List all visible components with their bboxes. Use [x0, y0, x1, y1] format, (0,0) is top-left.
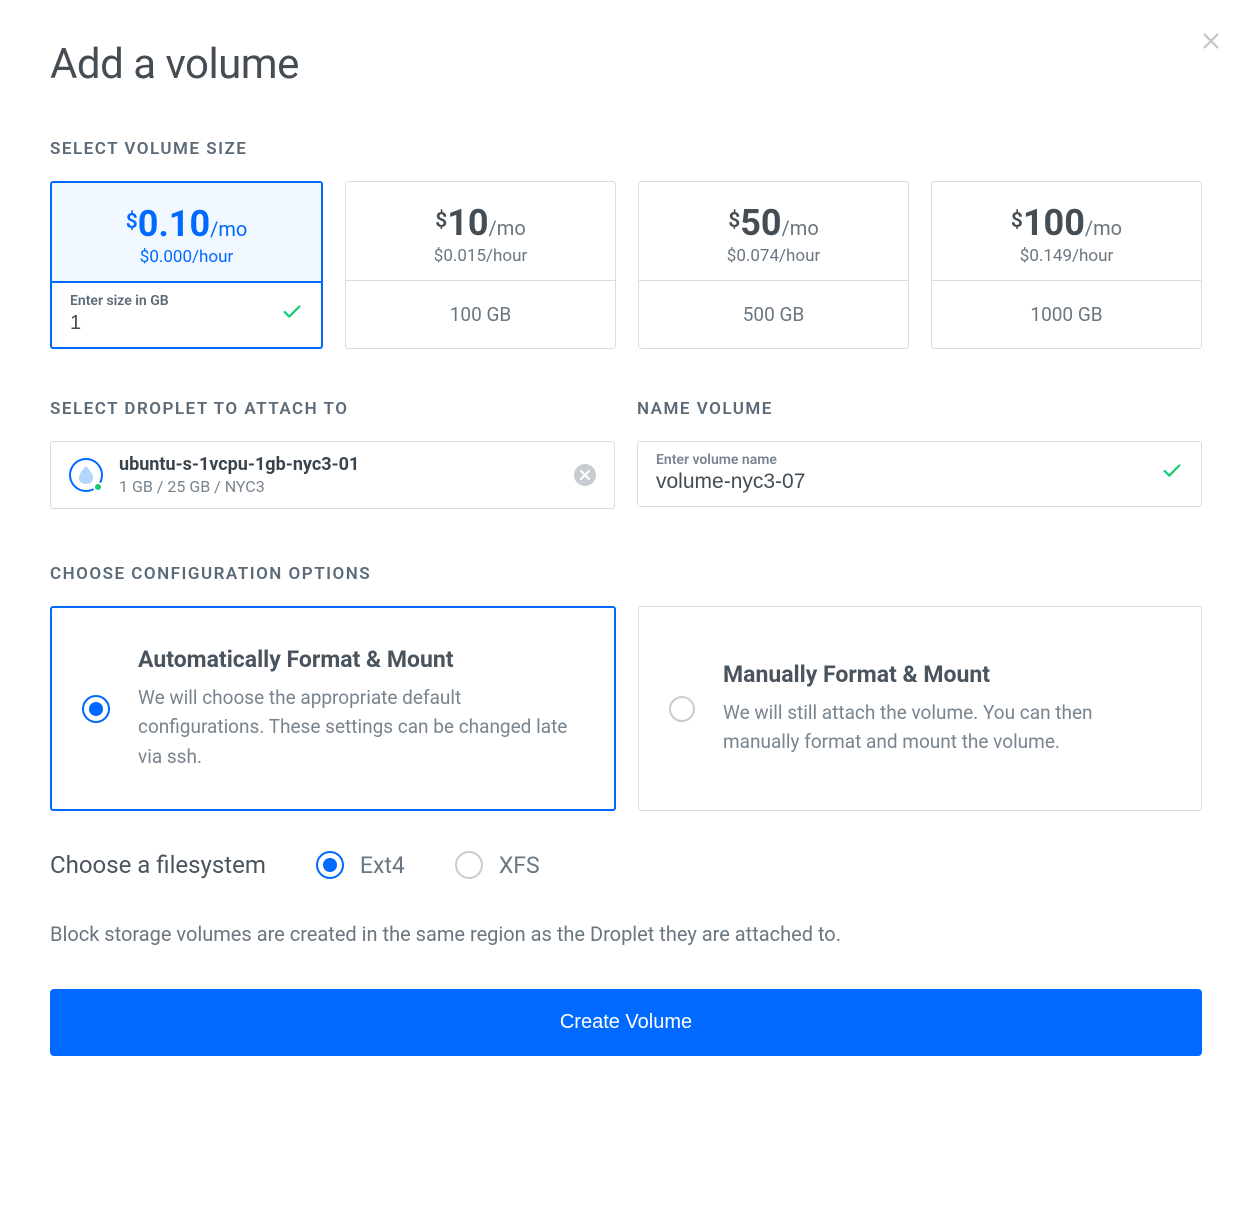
region-note: Block storage volumes are created in the…	[50, 919, 1202, 949]
section-label-size: SELECT VOLUME SIZE	[50, 139, 1202, 159]
config-description: We will choose the appropriate default c…	[138, 683, 584, 771]
filesystem-label: Choose a filesystem	[50, 851, 266, 879]
checkmark-icon	[1161, 460, 1183, 486]
price-per-hour: $0.149/hour	[942, 246, 1191, 266]
close-icon	[580, 470, 590, 480]
size-price-block: $ 100 /mo $0.149/hour	[932, 182, 1201, 281]
radio-icon	[82, 695, 110, 723]
size-option-custom[interactable]: $ 0.10 /mo $0.000/hour Enter size in GB	[50, 181, 323, 349]
section-label-name: NAME VOLUME	[637, 399, 1202, 419]
filesystem-option-label: XFS	[499, 852, 540, 879]
size-options: $ 0.10 /mo $0.000/hour Enter size in GB …	[50, 181, 1202, 349]
config-title: Manually Format & Mount	[723, 661, 1171, 688]
custom-size-input[interactable]	[70, 312, 281, 335]
size-price-block: $ 10 /mo $0.015/hour	[346, 182, 615, 281]
droplet-icon	[69, 458, 103, 492]
radio-icon	[316, 851, 344, 879]
volume-name-label: Enter volume name	[656, 452, 1161, 468]
size-price-block: $ 50 /mo $0.074/hour	[639, 182, 908, 281]
size-option-500gb[interactable]: $ 50 /mo $0.074/hour 500 GB	[638, 181, 909, 349]
currency-symbol: $	[1011, 209, 1023, 233]
filesystem-option-ext4[interactable]: Ext4	[316, 851, 405, 879]
radio-icon	[455, 851, 483, 879]
config-title: Automatically Format & Mount	[138, 646, 584, 673]
filesystem-option-label: Ext4	[360, 852, 405, 879]
price-amount: 0.10	[138, 203, 210, 245]
currency-symbol: $	[435, 209, 447, 233]
droplet-name: ubuntu-s-1vcpu-1gb-nyc3-01	[119, 454, 558, 475]
price-amount: 10	[447, 202, 488, 244]
price-per-hour: $0.074/hour	[649, 246, 898, 266]
price-per-hour: $0.000/hour	[62, 247, 311, 267]
currency-symbol: $	[126, 210, 138, 234]
price-amount: 100	[1023, 202, 1085, 244]
size-price-block: $ 0.10 /mo $0.000/hour	[52, 183, 321, 283]
size-value: 100 GB	[346, 281, 615, 348]
price-per-month: /mo	[782, 216, 819, 240]
checkmark-icon	[281, 301, 303, 328]
currency-symbol: $	[728, 209, 740, 233]
custom-size-input-cell: Enter size in GB	[52, 283, 321, 347]
price-amount: 50	[740, 202, 781, 244]
close-button[interactable]	[1200, 30, 1222, 56]
custom-size-label: Enter size in GB	[70, 293, 281, 309]
price-per-month: /mo	[210, 217, 247, 241]
close-icon	[1200, 30, 1222, 52]
volume-name-field: Enter volume name	[637, 441, 1202, 507]
droplet-meta: 1 GB / 25 GB / NYC3	[119, 477, 558, 496]
config-description: We will still attach the volume. You can…	[723, 698, 1171, 757]
size-value: 500 GB	[639, 281, 908, 348]
clear-droplet-button[interactable]	[574, 464, 596, 486]
price-per-hour: $0.015/hour	[356, 246, 605, 266]
config-option-manual[interactable]: Manually Format & Mount We will still at…	[638, 606, 1202, 811]
filesystem-option-xfs[interactable]: XFS	[455, 851, 540, 879]
volume-name-input[interactable]	[656, 470, 1161, 494]
page-title: Add a volume	[50, 40, 1202, 89]
price-per-month: /mo	[1085, 216, 1122, 240]
size-option-100gb[interactable]: $ 10 /mo $0.015/hour 100 GB	[345, 181, 616, 349]
size-value: 1000 GB	[932, 281, 1201, 348]
price-per-month: /mo	[489, 216, 526, 240]
create-volume-button[interactable]: Create Volume	[50, 989, 1202, 1056]
section-label-droplet: SELECT DROPLET TO ATTACH TO	[50, 399, 615, 419]
radio-icon	[669, 696, 695, 722]
droplet-selector[interactable]: ubuntu-s-1vcpu-1gb-nyc3-01 1 GB / 25 GB …	[50, 441, 615, 509]
status-dot-icon	[93, 482, 103, 492]
size-option-1000gb[interactable]: $ 100 /mo $0.149/hour 1000 GB	[931, 181, 1202, 349]
config-option-auto[interactable]: Automatically Format & Mount We will cho…	[50, 606, 616, 811]
section-label-config: CHOOSE CONFIGURATION OPTIONS	[50, 564, 1202, 584]
